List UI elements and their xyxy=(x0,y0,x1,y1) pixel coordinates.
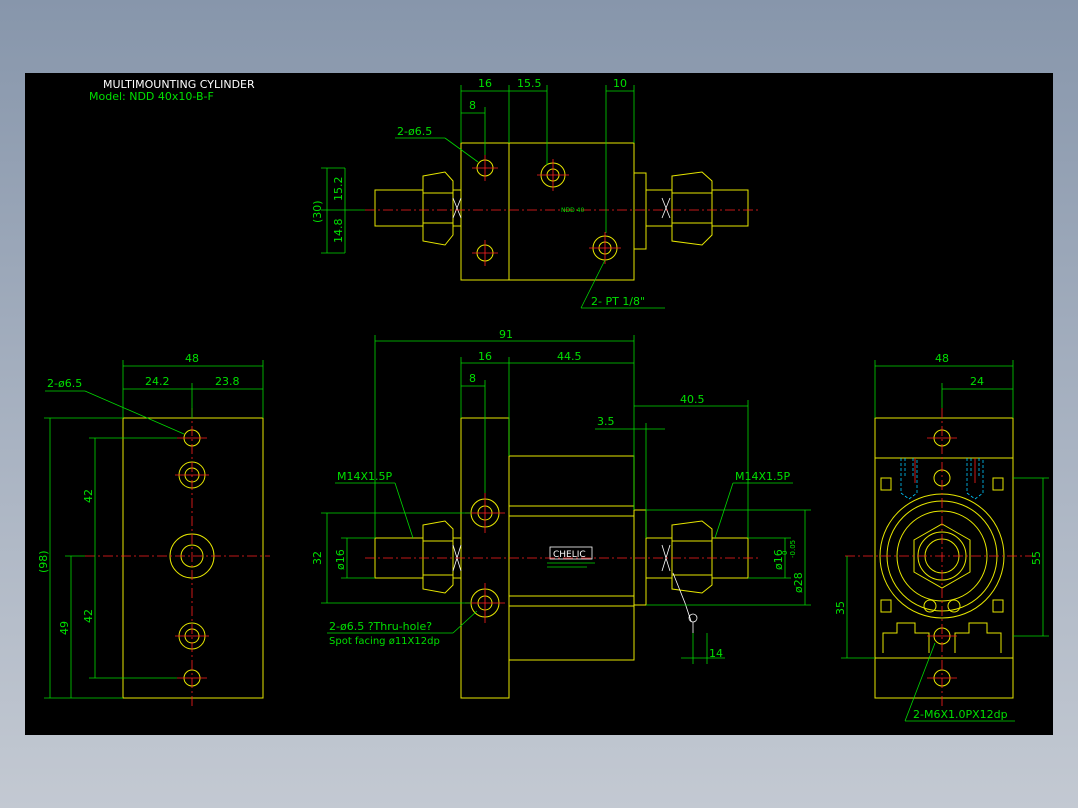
top-nut-left xyxy=(422,171,454,246)
cylinder-logo: CHELIC xyxy=(553,550,586,560)
right-plate xyxy=(874,417,1014,699)
dimension-label: 91 xyxy=(499,328,513,341)
dimension-label: 3.5 xyxy=(597,415,615,428)
front-nut-right xyxy=(671,520,713,594)
dimension-label: 24 xyxy=(970,375,984,388)
dimension-label: 15.5 xyxy=(517,77,542,90)
left-plate xyxy=(122,417,264,699)
dimension-label: 44.5 xyxy=(557,350,582,363)
dimension-label: 8 xyxy=(469,99,476,112)
dimension-label: 16 xyxy=(478,350,492,363)
top-nut-right xyxy=(671,171,713,246)
dimension-label: 48 xyxy=(185,352,199,365)
top-view: NDD 40 16 15.5 10 8 (30) 15.2 14.8 2-ø6.… xyxy=(311,77,760,309)
right-view: 48 24 55 35 2-M6X1.0PX12dp xyxy=(834,352,1049,722)
hole-note-2: Spot facing ø11X12dp xyxy=(329,636,440,647)
cad-drawing: MULTIMOUNTING CYLINDER Model: NDD 40x10-… xyxy=(37,77,1049,722)
left-hole-label: 2-ø6.5 xyxy=(47,377,82,390)
dimension-label: 8 xyxy=(469,372,476,385)
dimension-label: -0.05 xyxy=(789,540,797,558)
dimension-label: 35 xyxy=(834,601,847,615)
dimension-label: ø16 xyxy=(334,549,347,570)
thread-left-label: M14X1.5P xyxy=(337,470,393,483)
dimension-label: 48 xyxy=(935,352,949,365)
top-rod-left xyxy=(374,189,424,227)
dimension-label: 0 xyxy=(781,551,789,555)
dimension-label: 15.2 xyxy=(332,177,345,202)
cad-drawing-canvas: MULTIMOUNTING CYLINDER Model: NDD 40x10-… xyxy=(25,73,1053,735)
left-view: 48 24.2 23.8 (98) 42 42 49 2-ø6.5 xyxy=(37,352,270,708)
top-hole-label: 2-ø6.5 xyxy=(397,125,432,138)
dimension-label: 23.8 xyxy=(215,375,240,388)
dimension-label: 16 xyxy=(478,77,492,90)
dimension-label: ø28 xyxy=(792,572,805,593)
front-view: CHELIC 91 16 44.5 8 40.5 3.5 32 ø16 ø16 xyxy=(311,328,811,699)
dimension-label: 40.5 xyxy=(680,393,705,406)
dimension-label: 42 xyxy=(82,489,95,503)
dimension-label: (30) xyxy=(311,200,324,223)
thread-right-label: M14X1.5P xyxy=(735,470,791,483)
model-label: Model: NDD 40x10-B-F xyxy=(89,90,214,103)
body-mark: NDD 40 xyxy=(561,207,584,214)
dimension-label: (98) xyxy=(37,550,50,573)
dimension-label: 32 xyxy=(311,551,324,565)
dimension-label: 42 xyxy=(82,609,95,623)
top-rod-right xyxy=(711,189,749,227)
dimension-label: 10 xyxy=(613,77,627,90)
dimension-label: 55 xyxy=(1030,551,1043,565)
dimension-label: 14 xyxy=(709,647,723,660)
right-thread-label: 2-M6X1.0PX12dp xyxy=(913,708,1008,721)
front-nut-left xyxy=(422,520,454,594)
port-label: 2- PT 1/8" xyxy=(591,295,645,308)
dimension-label: 24.2 xyxy=(145,375,170,388)
hole-note-1: 2-ø6.5 ?Thru-hole? xyxy=(329,620,432,633)
dimension-label: 14.8 xyxy=(332,219,345,244)
dimension-label: 49 xyxy=(58,621,71,635)
